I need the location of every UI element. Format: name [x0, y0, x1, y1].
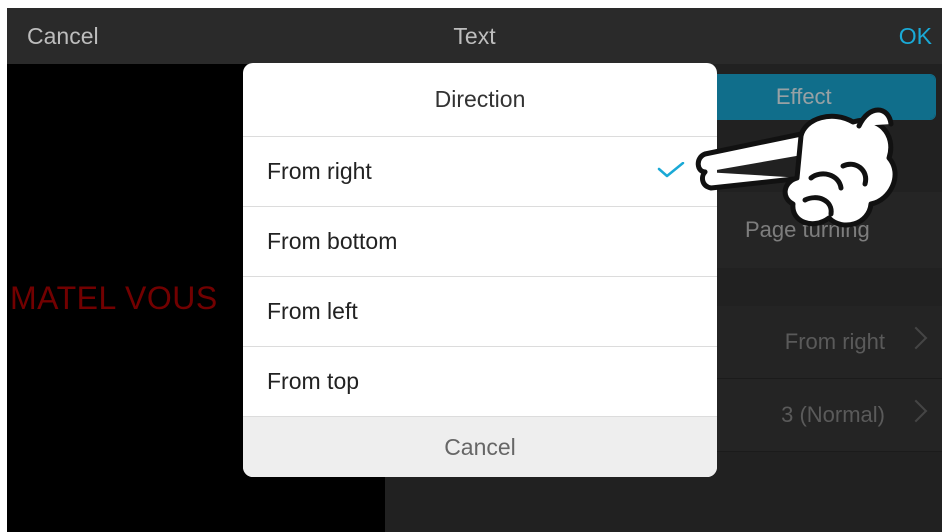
- option-from-right[interactable]: From right: [243, 137, 717, 207]
- option-from-left[interactable]: From left: [243, 277, 717, 347]
- option-label: From left: [267, 298, 358, 324]
- check-icon: [657, 162, 685, 178]
- top-bar: Cancel Text OK: [7, 8, 942, 64]
- option-label: From bottom: [267, 228, 398, 254]
- ok-button[interactable]: OK: [899, 8, 932, 64]
- hand-pointer-icon: [695, 107, 898, 228]
- option-from-bottom[interactable]: From bottom: [243, 207, 717, 277]
- page-title: Text: [453, 23, 496, 49]
- dialog-cancel-button[interactable]: Cancel: [243, 417, 717, 477]
- option-from-top[interactable]: From top: [243, 347, 717, 417]
- direction-dialog: Direction From right From bottom From le…: [243, 63, 717, 477]
- option-label: From top: [267, 368, 360, 394]
- option-label: From right: [267, 158, 372, 184]
- dialog-title: Direction: [243, 63, 717, 137]
- screen: Cancel Text OK MATEL VOUS Effect Page tu…: [7, 8, 942, 532]
